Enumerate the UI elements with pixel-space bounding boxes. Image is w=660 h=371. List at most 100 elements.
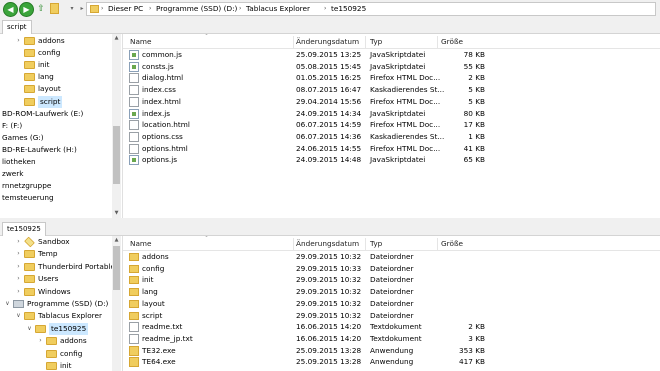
tree-item[interactable]: rnnetzgruppe (0, 180, 112, 192)
tree-item[interactable]: BD-RE-Laufwerk (H:) (0, 144, 112, 156)
tree-item-label: addons (38, 36, 65, 45)
expand-open-icon[interactable]: ∨ (15, 310, 22, 322)
expand-open-icon[interactable]: ∨ (26, 323, 33, 335)
column-size[interactable]: Größe (441, 236, 463, 250)
tree-item[interactable]: config (0, 47, 112, 59)
column-name[interactable]: Name (130, 34, 152, 48)
breadcrumb-item[interactable]: Programme (SSD) (D:) (156, 3, 237, 15)
tree-item[interactable]: init (0, 59, 112, 71)
column-size[interactable]: Größe (441, 34, 463, 48)
tree-item[interactable]: › Sandbox (0, 236, 112, 248)
tree-item[interactable]: F: (F:) (0, 120, 112, 132)
expand-closed-icon[interactable]: › (37, 335, 44, 347)
tree-item[interactable]: config (0, 348, 112, 360)
expand-open-icon[interactable]: ∨ (4, 298, 11, 310)
tree-item[interactable]: temsteuerung (0, 192, 112, 204)
expand-closed-icon[interactable]: › (15, 261, 22, 273)
tree-item[interactable]: › addons (0, 35, 112, 47)
tab-te150925[interactable]: te150925 (2, 222, 46, 236)
file-row[interactable]: dialog.html 01.05.2015 16:25 Firefox HTML … (123, 72, 660, 84)
file-row[interactable]: common.js 25.09.2015 13:25 JavaSkriptdatei… (123, 49, 660, 61)
file-row[interactable]: index.html 29.04.2014 15:56 Firefox HTML D… (123, 96, 660, 108)
tree-item[interactable]: › addons (0, 335, 112, 347)
breadcrumb-item[interactable]: Dieser PC (108, 3, 143, 15)
file-row[interactable]: options.html 24.06.2015 14:55 Firefox HTML… (123, 143, 660, 155)
scroll-thumb[interactable] (113, 246, 120, 290)
file-size: 3 KB (468, 333, 485, 343)
tree-item[interactable]: liotheken (0, 156, 112, 168)
column-date[interactable]: Änderungsdatum (296, 34, 359, 48)
tree-item[interactable]: › Temp (0, 248, 112, 260)
file-row[interactable]: layout 29.09.2015 10:32 Dateiordner (123, 298, 660, 310)
column-divider (293, 36, 294, 48)
file-row[interactable]: options.css 06.07.2015 14:36 Kaskadierende… (123, 131, 660, 143)
bottom-tab-strip: te150925 (0, 221, 660, 236)
tree-item[interactable]: ∨ te150925 (0, 322, 112, 335)
file-row[interactable]: options.js 24.09.2015 14:48 JavaSkriptdate… (123, 154, 660, 166)
file-row[interactable]: readme_jp.txt 16.06.2015 14:20 Textdokumen… (123, 333, 660, 345)
column-type[interactable]: Typ (370, 236, 382, 250)
file-row[interactable]: config 29.09.2015 10:33 Dateiordner (123, 263, 660, 275)
expand-closed-icon[interactable]: › (15, 273, 22, 285)
top-tree-scrollbar[interactable]: ▲ ▼ (112, 34, 121, 218)
file-name: dialog.html (142, 73, 184, 83)
tree-item[interactable]: ∨ Tablacus Explorer (0, 310, 112, 322)
tab-script[interactable]: script (2, 20, 32, 34)
file-row[interactable]: script 29.09.2015 10:32 Dateiordner (123, 310, 660, 322)
tree-item[interactable]: init (0, 360, 112, 371)
tree-item[interactable]: › Users (0, 273, 112, 285)
column-date[interactable]: Änderungsdatum (296, 236, 359, 250)
file-row[interactable]: consts.js 05.08.2015 15:45 JavaSkriptdatei… (123, 61, 660, 73)
bottom-tree-scrollbar[interactable]: ▲ (112, 236, 121, 371)
file-type: Dateiordner (370, 263, 414, 273)
tree-item-label: Windows (38, 286, 71, 296)
tree-item[interactable]: › Windows (0, 286, 112, 298)
file-row[interactable]: addons 29.09.2015 10:32 Dateiordner (123, 251, 660, 263)
js-file-icon (129, 108, 139, 119)
bottom-file-list: ˆ Name Änderungsdatum Typ Größe addons 29… (122, 236, 660, 371)
file-row[interactable]: TE32.exe 25.09.2015 13:28 Anwendung 353 KB (123, 345, 660, 357)
file-date: 05.08.2015 15:45 (296, 61, 362, 71)
tree-item[interactable]: layout (0, 83, 112, 95)
sandbox-icon (24, 236, 35, 248)
address-bar[interactable]: › Dieser PC › Programme (SSD) (D:) › Tab… (86, 2, 656, 16)
back-arrow-icon[interactable]: ◀ (3, 2, 18, 17)
file-row[interactable]: readme.txt 16.06.2015 14:20 Textdokument 2 … (123, 321, 660, 333)
expand-closed-icon[interactable]: › (15, 236, 22, 248)
tree-item[interactable]: Games (G:) (0, 132, 112, 144)
expand-closed-icon[interactable]: › (15, 248, 22, 260)
drive-icon (13, 300, 24, 308)
up-arrow-icon[interactable]: ⇧ (35, 3, 47, 15)
folder-icon[interactable] (50, 3, 59, 14)
tree-item[interactable]: › Thunderbird Portable (0, 261, 115, 273)
file-name: lang (142, 287, 158, 297)
scroll-up-icon[interactable]: ▲ (112, 34, 121, 43)
tree-item[interactable]: lang (0, 71, 112, 83)
scroll-up-icon[interactable]: ▲ (112, 236, 121, 245)
breadcrumb-item[interactable]: te150925 (331, 3, 366, 15)
expand-closed-icon[interactable]: › (15, 35, 22, 47)
column-divider (293, 238, 294, 250)
tree-item[interactable]: zwerk (0, 168, 112, 180)
tree-item[interactable]: ∨ Programme (SSD) (D:) (0, 298, 112, 310)
expand-closed-icon[interactable]: › (15, 286, 22, 298)
tree-item[interactable]: script (0, 95, 112, 108)
file-type: Dateiordner (370, 252, 414, 261)
file-row[interactable]: init 29.09.2015 10:32 Dateiordner (123, 274, 660, 286)
scroll-thumb[interactable] (113, 126, 120, 184)
file-size: 17 KB (463, 120, 485, 130)
column-type[interactable]: Typ (370, 34, 382, 48)
column-name[interactable]: Name (130, 236, 152, 250)
scroll-down-icon[interactable]: ▼ (112, 209, 121, 218)
tree-item-label: Programme (SSD) (D:) (27, 299, 109, 308)
file-row[interactable]: index.css 08.07.2015 16:47 Kaskadierendes … (123, 84, 660, 96)
file-row[interactable]: index.js 24.09.2015 14:34 JavaSkriptdatei 8… (123, 108, 660, 120)
folder-icon (24, 73, 35, 82)
file-row[interactable]: location.html 06.07.2015 14:59 Firefox HTM… (123, 119, 660, 131)
folder-icon (90, 5, 99, 13)
file-row[interactable]: TE64.exe 25.09.2015 13:28 Anwendung 417 KB (123, 356, 660, 368)
tree-item[interactable]: BD-ROM-Laufwerk (E:) (0, 108, 112, 120)
breadcrumb-item[interactable]: Tablacus Explorer (246, 3, 310, 15)
forward-arrow-icon[interactable]: ▶ (19, 2, 34, 17)
file-row[interactable]: lang 29.09.2015 10:32 Dateiordner (123, 286, 660, 298)
